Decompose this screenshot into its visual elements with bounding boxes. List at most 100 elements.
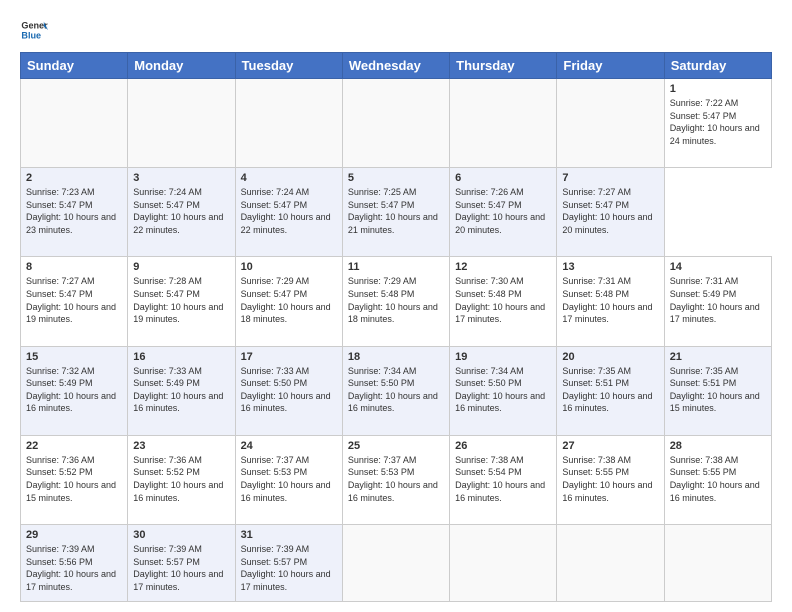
day-info: Sunrise: 7:29 AMSunset: 5:47 PMDaylight:… [241, 275, 337, 325]
calendar-day-cell [557, 524, 664, 601]
day-info: Sunrise: 7:35 AMSunset: 5:51 PMDaylight:… [562, 365, 658, 415]
calendar-day-cell: 17Sunrise: 7:33 AMSunset: 5:50 PMDayligh… [235, 346, 342, 435]
day-number: 23 [133, 440, 229, 452]
calendar-day-cell [450, 524, 557, 601]
day-number: 29 [26, 529, 122, 541]
day-number: 9 [133, 261, 229, 273]
day-info: Sunrise: 7:33 AMSunset: 5:49 PMDaylight:… [133, 365, 229, 415]
day-info: Sunrise: 7:24 AMSunset: 5:47 PMDaylight:… [133, 186, 229, 236]
calendar-day-cell: 8Sunrise: 7:27 AMSunset: 5:47 PMDaylight… [21, 257, 128, 346]
calendar-week-row: 8Sunrise: 7:27 AMSunset: 5:47 PMDaylight… [21, 257, 772, 346]
day-info: Sunrise: 7:35 AMSunset: 5:51 PMDaylight:… [670, 365, 766, 415]
day-info: Sunrise: 7:29 AMSunset: 5:48 PMDaylight:… [348, 275, 444, 325]
day-number: 18 [348, 351, 444, 363]
calendar-day-cell: 10 Sunrise: 7:29 AMSunset: 5:47 PMDayligh… [235, 257, 342, 346]
day-info: Sunrise: 7:31 AMSunset: 5:48 PMDaylight:… [562, 275, 658, 325]
day-info: Sunrise: 7:34 AMSunset: 5:50 PMDaylight:… [455, 365, 551, 415]
calendar-day-cell: 25 Sunrise: 7:37 AMSunset: 5:53 PMDayligh… [342, 435, 449, 524]
calendar-day-cell: 20 Sunrise: 7:35 AMSunset: 5:51 PMDayligh… [557, 346, 664, 435]
calendar-day-cell: 31Sunrise: 7:39 AMSunset: 5:57 PMDayligh… [235, 524, 342, 601]
day-number: 20 [562, 351, 658, 363]
day-number: 12 [455, 261, 551, 273]
day-info: Sunrise: 7:22 AMSunset: 5:47 PMDaylight:… [670, 97, 766, 147]
empty-cell [128, 79, 235, 168]
day-number: 6 [455, 172, 551, 184]
calendar-week-row: 1 Sunrise: 7:22 AMSunset: 5:47 PMDaylight… [21, 79, 772, 168]
calendar-day-cell [664, 524, 771, 601]
calendar-day-cell: 29 Sunrise: 7:39 AMSunset: 5:56 PMDayligh… [21, 524, 128, 601]
calendar-day-cell: 21Sunrise: 7:35 AMSunset: 5:51 PMDayligh… [664, 346, 771, 435]
day-info: Sunrise: 7:34 AMSunset: 5:50 PMDaylight:… [348, 365, 444, 415]
day-number: 2 [26, 172, 122, 184]
header: General Blue [20, 16, 772, 44]
day-info: Sunrise: 7:23 AMSunset: 5:47 PMDaylight:… [26, 186, 122, 236]
day-number: 30 [133, 529, 229, 541]
calendar-day-cell: 6Sunrise: 7:26 AMSunset: 5:47 PMDaylight… [450, 168, 557, 257]
calendar-day-cell: 14 Sunrise: 7:31 AMSunset: 5:49 PMDayligh… [664, 257, 771, 346]
calendar-day-cell: 15Sunrise: 7:32 AMSunset: 5:49 PMDayligh… [21, 346, 128, 435]
day-number: 3 [133, 172, 229, 184]
empty-cell [21, 79, 128, 168]
day-number: 7 [562, 172, 658, 184]
day-info: Sunrise: 7:39 AMSunset: 5:57 PMDaylight:… [241, 543, 337, 593]
day-number: 19 [455, 351, 551, 363]
calendar-week-row: 29 Sunrise: 7:39 AMSunset: 5:56 PMDayligh… [21, 524, 772, 601]
day-info: Sunrise: 7:37 AMSunset: 5:53 PMDaylight:… [348, 454, 444, 504]
calendar-header-row: SundayMondayTuesdayWednesdayThursdayFrid… [21, 53, 772, 79]
calendar-day-cell: 23 Sunrise: 7:36 AMSunset: 5:52 PMDayligh… [128, 435, 235, 524]
calendar-day-cell: 27Sunrise: 7:38 AMSunset: 5:55 PMDayligh… [557, 435, 664, 524]
calendar-header-sunday: Sunday [21, 53, 128, 79]
day-number: 11 [348, 261, 444, 273]
calendar-day-cell: 1 Sunrise: 7:22 AMSunset: 5:47 PMDaylight… [664, 79, 771, 168]
calendar-header-saturday: Saturday [664, 53, 771, 79]
day-number: 1 [670, 83, 766, 95]
empty-cell [342, 79, 449, 168]
calendar-day-cell: 9 Sunrise: 7:28 AMSunset: 5:47 PMDaylight… [128, 257, 235, 346]
day-info: Sunrise: 7:39 AMSunset: 5:57 PMDaylight:… [133, 543, 229, 593]
day-info: Sunrise: 7:36 AMSunset: 5:52 PMDaylight:… [133, 454, 229, 504]
calendar-header-wednesday: Wednesday [342, 53, 449, 79]
calendar-header-friday: Friday [557, 53, 664, 79]
day-info: Sunrise: 7:28 AMSunset: 5:47 PMDaylight:… [133, 275, 229, 325]
calendar-header-thursday: Thursday [450, 53, 557, 79]
day-number: 24 [241, 440, 337, 452]
day-info: Sunrise: 7:32 AMSunset: 5:49 PMDaylight:… [26, 365, 122, 415]
calendar-day-cell: 12 Sunrise: 7:30 AMSunset: 5:48 PMDayligh… [450, 257, 557, 346]
calendar-day-cell: 3 Sunrise: 7:24 AMSunset: 5:47 PMDaylight… [128, 168, 235, 257]
empty-cell [450, 79, 557, 168]
calendar-header-tuesday: Tuesday [235, 53, 342, 79]
day-number: 14 [670, 261, 766, 273]
day-number: 26 [455, 440, 551, 452]
day-info: Sunrise: 7:38 AMSunset: 5:54 PMDaylight:… [455, 454, 551, 504]
calendar-day-cell: 5Sunrise: 7:25 AMSunset: 5:47 PMDaylight… [342, 168, 449, 257]
day-info: Sunrise: 7:37 AMSunset: 5:53 PMDaylight:… [241, 454, 337, 504]
day-info: Sunrise: 7:38 AMSunset: 5:55 PMDaylight:… [562, 454, 658, 504]
page: General Blue SundayMondayTuesdayWednesda… [0, 0, 792, 612]
calendar-day-cell [342, 524, 449, 601]
day-info: Sunrise: 7:27 AMSunset: 5:47 PMDaylight:… [562, 186, 658, 236]
calendar-week-row: 22 Sunrise: 7:36 AMSunset: 5:52 PMDayligh… [21, 435, 772, 524]
calendar-day-cell: 7 Sunrise: 7:27 AMSunset: 5:47 PMDaylight… [557, 168, 664, 257]
calendar-day-cell: 22 Sunrise: 7:36 AMSunset: 5:52 PMDayligh… [21, 435, 128, 524]
day-number: 28 [670, 440, 766, 452]
calendar-week-row: 2 Sunrise: 7:23 AMSunset: 5:47 PMDaylight… [21, 168, 772, 257]
calendar-day-cell: 18 Sunrise: 7:34 AMSunset: 5:50 PMDayligh… [342, 346, 449, 435]
calendar-day-cell: 19 Sunrise: 7:34 AMSunset: 5:50 PMDayligh… [450, 346, 557, 435]
calendar-day-cell: 24 Sunrise: 7:37 AMSunset: 5:53 PMDayligh… [235, 435, 342, 524]
calendar-header-monday: Monday [128, 53, 235, 79]
day-info: Sunrise: 7:33 AMSunset: 5:50 PMDaylight:… [241, 365, 337, 415]
calendar-day-cell: 30 Sunrise: 7:39 AMSunset: 5:57 PMDayligh… [128, 524, 235, 601]
day-number: 10 [241, 261, 337, 273]
day-info: Sunrise: 7:30 AMSunset: 5:48 PMDaylight:… [455, 275, 551, 325]
svg-text:Blue: Blue [21, 30, 41, 40]
day-number: 22 [26, 440, 122, 452]
calendar-table: SundayMondayTuesdayWednesdayThursdayFrid… [20, 52, 772, 602]
calendar-day-cell: 13Sunrise: 7:31 AMSunset: 5:48 PMDayligh… [557, 257, 664, 346]
day-number: 25 [348, 440, 444, 452]
day-info: Sunrise: 7:31 AMSunset: 5:49 PMDaylight:… [670, 275, 766, 325]
calendar-week-row: 15Sunrise: 7:32 AMSunset: 5:49 PMDayligh… [21, 346, 772, 435]
logo-icon: General Blue [20, 16, 48, 44]
day-info: Sunrise: 7:39 AMSunset: 5:56 PMDaylight:… [26, 543, 122, 593]
logo: General Blue [20, 16, 48, 44]
day-info: Sunrise: 7:36 AMSunset: 5:52 PMDaylight:… [26, 454, 122, 504]
